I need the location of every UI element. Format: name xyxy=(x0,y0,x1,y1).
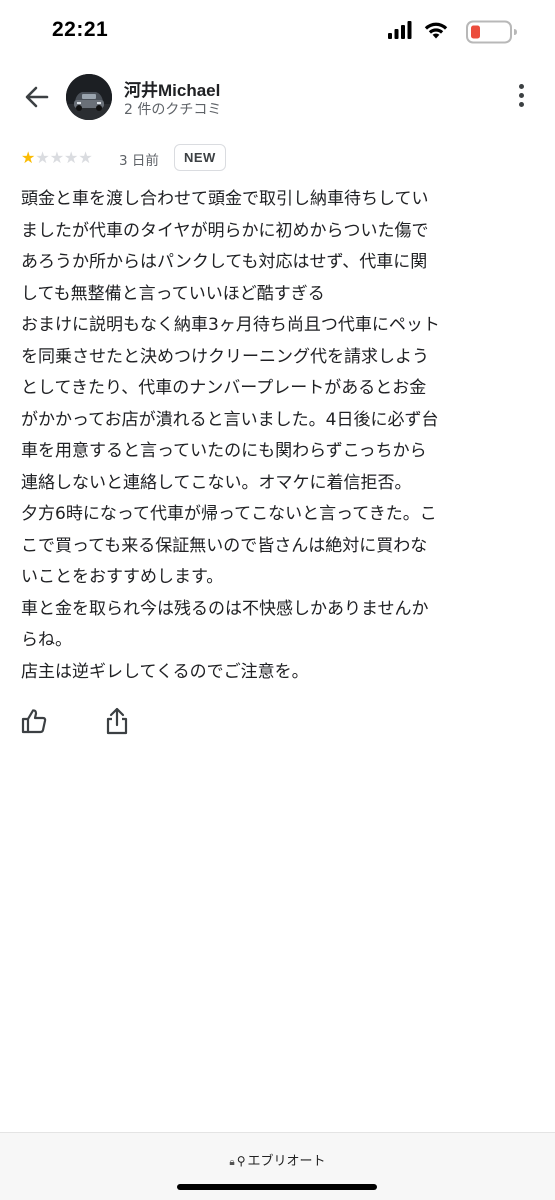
review-line: としてきたり、代車のナンバープレートがあるとお金 xyxy=(21,378,427,398)
review-line: いことをおすすめします。 xyxy=(21,567,224,587)
star-empty-icon: ★ xyxy=(78,148,93,167)
wifi-icon xyxy=(424,22,448,39)
review-date: 3 日前 xyxy=(119,153,159,169)
review-line: ましたが代車のタイヤが明らかに初めからついた傷で xyxy=(21,220,429,241)
review-header: 河井Michael 2 件のクチコミ xyxy=(0,70,555,126)
star-rating: ★★★★★ xyxy=(21,148,93,167)
rating-row: ★★★★★ 3 日前 NEW xyxy=(21,144,541,172)
review-line: おまけに説明もなく納車3ヶ月待ち尚且つ代車にペット xyxy=(21,315,440,335)
battery-level xyxy=(471,25,480,39)
lock-icon: 🔒︎ xyxy=(229,1157,235,1168)
review-line: らね。 xyxy=(21,630,72,650)
arrow-left-icon[interactable] xyxy=(20,80,54,114)
review-line: あろうか所からはパンクしても対応はせず、代車に関 xyxy=(21,252,428,272)
home-indicator[interactable] xyxy=(177,1184,377,1190)
new-badge: NEW xyxy=(174,144,226,171)
avatar[interactable] xyxy=(66,74,112,120)
star-empty-icon: ★ xyxy=(49,148,65,167)
share-icon[interactable] xyxy=(104,706,130,736)
more-vert-icon[interactable] xyxy=(513,82,529,112)
review-line: を同乗させたと決めつけクリーニング代を請求しよう xyxy=(21,346,429,367)
status-time: 22:21 xyxy=(52,18,109,41)
review-text: 頭金と車を渡し合わせて頭金で取引し納車待ちしてい ましたが代車のタイヤが明らかに… xyxy=(21,184,536,688)
star-empty-icon: ★ xyxy=(64,148,79,167)
review-line: 夕方6時になって代車が帰ってこないと言ってきた。こ xyxy=(21,504,437,524)
battery-icon xyxy=(466,20,517,44)
url-text: エブリオート xyxy=(247,1154,326,1169)
review-line: 連絡しないと連絡してこない。オマケに着信拒否。 xyxy=(21,472,412,493)
review-count: 2 件のクチコミ xyxy=(124,102,222,118)
screen: 22:21 河井Michael 2 件のクチコミ ★★★★★ 3 日前 NEW … xyxy=(0,0,555,1200)
status-icons xyxy=(379,20,519,44)
review-line: しても無整備と言っていいほど酷すぎる xyxy=(21,283,325,304)
car-photo-icon xyxy=(66,74,112,120)
thumbs-up-icon[interactable] xyxy=(20,707,48,735)
review-line: こで買っても来る保証無いので皆さんは絶対に買わな xyxy=(21,535,428,556)
review-line: 車と金を取られ今は残るのは不快感しかありませんか xyxy=(21,598,429,619)
star-filled-icon: ★ xyxy=(21,148,36,167)
status-bar: 22:21 xyxy=(0,0,555,60)
url-field[interactable]: 🔒︎ ⚲ エブリオート xyxy=(0,1150,555,1169)
review-line: 車を用意すると言っていたのにも関わらずこっちから xyxy=(21,441,427,461)
review-line: 店主は逆ギレしてくるのでご注意を。 xyxy=(21,661,309,682)
star-empty-icon: ★ xyxy=(35,148,50,167)
review-line: 頭金と車を渡し合わせて頭金で取引し納車待ちしてい xyxy=(21,189,429,209)
browser-bottom-bar: 🔒︎ ⚲ エブリオート xyxy=(0,1132,555,1200)
search-icon: ⚲ xyxy=(236,1154,246,1168)
review-line: がかかってお店が潰れると言いました。4日後に必ず台 xyxy=(21,409,439,430)
signal-icon xyxy=(388,21,412,39)
author-name[interactable]: 河井Michael xyxy=(124,76,220,101)
